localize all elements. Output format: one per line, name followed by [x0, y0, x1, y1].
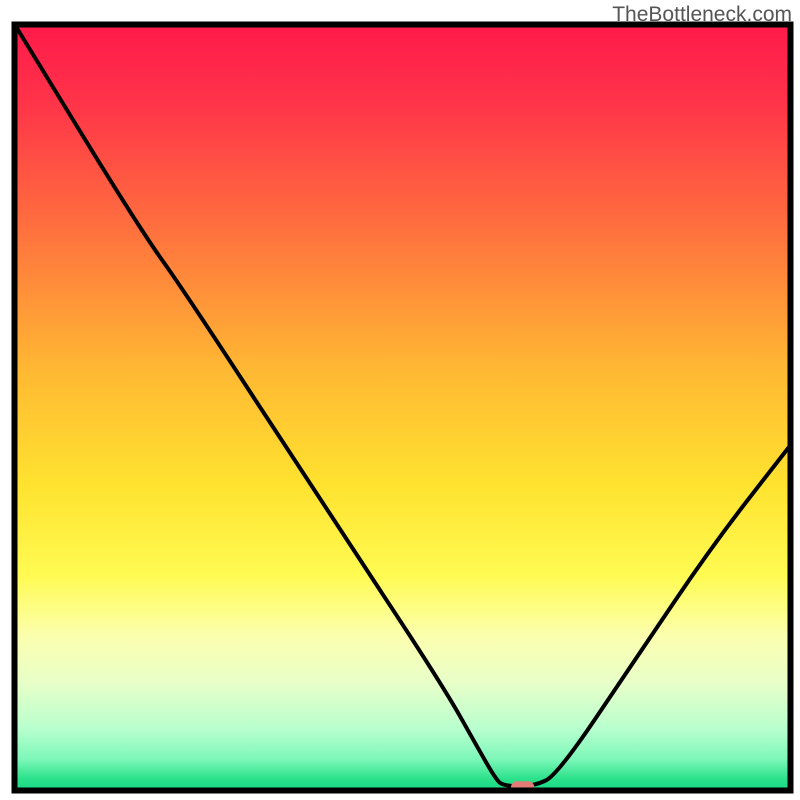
- chart-svg: [0, 0, 800, 800]
- chart-container: TheBottleneck.com: [0, 0, 800, 800]
- watermark-text: TheBottleneck.com: [612, 3, 792, 27]
- plot-background: [15, 25, 790, 790]
